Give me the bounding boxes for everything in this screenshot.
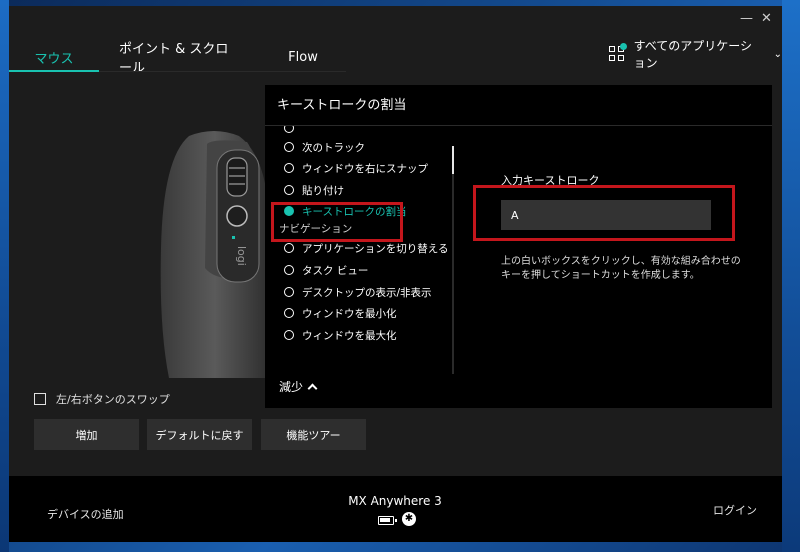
collapse-toggle[interactable]: 減少 xyxy=(279,378,318,395)
close-button[interactable]: ✕ xyxy=(761,12,772,26)
list-item-minimize-window[interactable]: ウィンドウを最小化 xyxy=(284,304,397,322)
device-name: MX Anywhere 3 xyxy=(348,494,442,508)
mouse-illustration: logi xyxy=(160,131,269,378)
action-list[interactable]: 次のトラック ウィンドウを右にスナップ 貼り付け キーストロークの割当 ナビゲー… xyxy=(265,126,453,372)
list-item-partial xyxy=(284,126,305,137)
radio-icon xyxy=(284,142,294,152)
list-item-show-desktop[interactable]: デスクトップの表示/非表示 xyxy=(284,283,432,301)
radio-icon xyxy=(284,185,294,195)
list-item-snap-right[interactable]: ウィンドウを右にスナップ xyxy=(284,159,428,177)
chevron-up-icon xyxy=(307,383,318,394)
bluetooth-icon: ✱ xyxy=(402,512,416,526)
keystroke-assignment-panel: キーストロークの割当 次のトラック ウィンドウを右にスナップ 貼り付け キースト… xyxy=(265,85,772,408)
options-app-window: — ✕ マウス ポイント & スクロール Flow すべてのアプリケーション ⌄ xyxy=(9,6,782,542)
application-selector[interactable]: すべてのアプリケーション ⌄ xyxy=(609,39,782,70)
swap-buttons-checkbox[interactable] xyxy=(34,393,46,405)
restore-defaults-button[interactable]: デフォルトに戻す xyxy=(147,419,252,450)
list-item-next-track[interactable]: 次のトラック xyxy=(284,138,365,156)
feature-tour-button[interactable]: 機能ツアー xyxy=(261,419,366,450)
list-item-maximize-window[interactable]: ウィンドウを最大化 xyxy=(284,326,397,344)
battery-icon xyxy=(378,516,397,525)
keystroke-hint-text: 上の白いボックスをクリックし、有効な組み合わせのキーを押してショートカットを作成… xyxy=(501,256,741,281)
add-device-link[interactable]: デバイスの追加 xyxy=(47,506,124,522)
logi-logo: logi xyxy=(235,246,248,266)
desktop-background-right xyxy=(782,0,800,552)
highlight-keystroke-input xyxy=(473,185,735,241)
radio-icon xyxy=(284,287,294,297)
active-tab-indicator xyxy=(9,70,99,72)
minimize-button[interactable]: — xyxy=(740,12,753,26)
footer-bar: デバイスの追加 MX Anywhere 3 ✱ ログイン xyxy=(9,476,782,542)
desktop-background-left xyxy=(0,0,9,552)
radio-icon xyxy=(284,265,294,275)
tab-divider xyxy=(99,71,346,72)
chevron-down-icon: ⌄ xyxy=(773,48,782,60)
panel-title: キーストロークの割当 xyxy=(277,98,407,113)
swap-buttons-label: 左/右ボタンのスワップ xyxy=(56,393,170,406)
collapse-label: 減少 xyxy=(279,380,304,394)
list-item-paste[interactable]: 貼り付け xyxy=(284,181,344,199)
radio-icon xyxy=(284,308,294,318)
radio-icon xyxy=(284,330,294,340)
list-item-task-view[interactable]: タスク ビュー xyxy=(284,261,368,279)
radio-icon xyxy=(284,163,294,173)
list-scrollbar[interactable] xyxy=(452,146,454,374)
radio-icon xyxy=(284,243,294,253)
add-button[interactable]: 増加 xyxy=(34,419,139,450)
highlight-selected-item xyxy=(271,202,403,242)
swap-buttons-option[interactable]: 左/右ボタンのスワップ xyxy=(34,391,170,407)
application-selector-label: すべてのアプリケーション xyxy=(633,39,753,70)
apps-grid-icon xyxy=(609,43,627,62)
login-link[interactable]: ログイン xyxy=(713,502,757,518)
list-scroll-thumb[interactable] xyxy=(452,146,454,174)
